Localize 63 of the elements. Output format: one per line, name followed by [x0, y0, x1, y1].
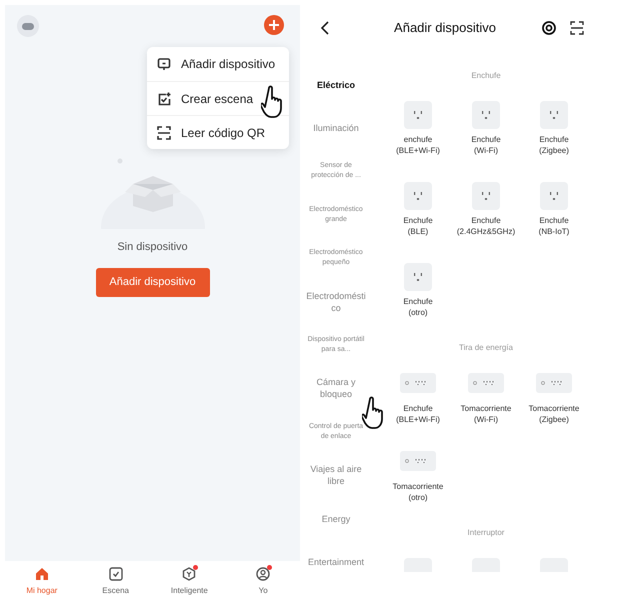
device-name: Enchufe	[403, 296, 433, 307]
device-variant: (Wi-Fi)	[474, 145, 498, 156]
category-item[interactable]: Eléctrico	[305, 78, 367, 91]
scan-icon	[157, 126, 171, 140]
check-plus-icon	[157, 92, 171, 106]
add-device-button[interactable]: Añadir dispositivo	[96, 268, 210, 296]
device-name: Enchufe	[539, 215, 569, 226]
power-strip-icon	[400, 373, 436, 393]
section-title: Tira de energía	[458, 342, 514, 354]
avatar-icon[interactable]	[17, 15, 39, 37]
power-strip-icon	[468, 373, 504, 393]
device-name: Enchufe	[471, 215, 501, 226]
device-variant: (Zigbee)	[539, 414, 569, 425]
menu-item[interactable]: Añadir dispositivo	[147, 47, 289, 81]
device-variant: (BLE+Wi-Fi)	[396, 414, 440, 425]
nav-tab[interactable]: Escena	[78, 561, 152, 603]
section-title: Enchufe	[470, 70, 502, 82]
nav-tab[interactable]: Inteligente	[152, 561, 226, 603]
device-name: Tomacorriente	[392, 481, 444, 492]
device-name: Tomacorriente	[460, 403, 512, 414]
scan-icon[interactable]	[570, 20, 584, 34]
device-name: Enchufe	[403, 215, 433, 226]
device-name: Enchufe	[539, 134, 569, 145]
outlet-icon	[472, 101, 500, 129]
device-variant: (BLE)	[408, 226, 428, 237]
device-icon	[157, 57, 171, 71]
device-variant: (2.4GHz&5GHz)	[456, 226, 516, 237]
device-variant: (otro)	[408, 307, 428, 318]
device-variant: (Zigbee)	[539, 145, 569, 156]
outlet-icon	[472, 182, 500, 210]
hexagon-icon	[182, 567, 196, 581]
checkbox-icon	[108, 567, 123, 581]
category-item[interactable]: Entertainment	[305, 556, 367, 568]
empty-state-text: Sin dispositivo	[117, 240, 188, 255]
device-name: Enchufe	[403, 403, 433, 414]
nav-tab[interactable]: Yo	[226, 561, 300, 603]
back-icon[interactable]	[320, 20, 330, 34]
device-variant: (otro)	[408, 492, 428, 503]
power-strip-icon	[400, 451, 436, 471]
device-variant: (NB-IoT)	[538, 226, 570, 237]
page-title: Añadir dispositivo	[393, 18, 497, 37]
user-icon	[256, 567, 270, 581]
outlet-icon	[404, 101, 432, 129]
nav-tab[interactable]: Mi hogar	[5, 561, 79, 603]
device-variant: (Wi-Fi)	[474, 414, 498, 425]
category-item[interactable]: Electrodoméstico	[305, 290, 367, 314]
outlet-icon	[404, 182, 432, 210]
outlet-icon	[404, 263, 432, 291]
category-item[interactable]: Energy	[305, 512, 367, 525]
target-icon[interactable]	[542, 20, 556, 34]
category-item[interactable]: Viajes al aire libre	[305, 463, 367, 488]
power-strip-icon	[536, 373, 572, 393]
outlet-icon	[540, 101, 568, 129]
device-name: enchufe	[404, 134, 432, 145]
device-variant: (BLE+Wi-Fi)	[396, 145, 440, 156]
home-icon	[34, 567, 49, 581]
outlet-icon	[540, 182, 568, 210]
section-title: Interruptor	[466, 527, 506, 539]
category-item[interactable]: Iluminación	[305, 122, 367, 134]
device-name: Enchufe	[471, 134, 501, 145]
plus-icon[interactable]	[264, 15, 284, 35]
device-name: Tomacorriente	[528, 403, 580, 414]
category-item[interactable]: Cámara y bloqueo	[305, 376, 367, 400]
